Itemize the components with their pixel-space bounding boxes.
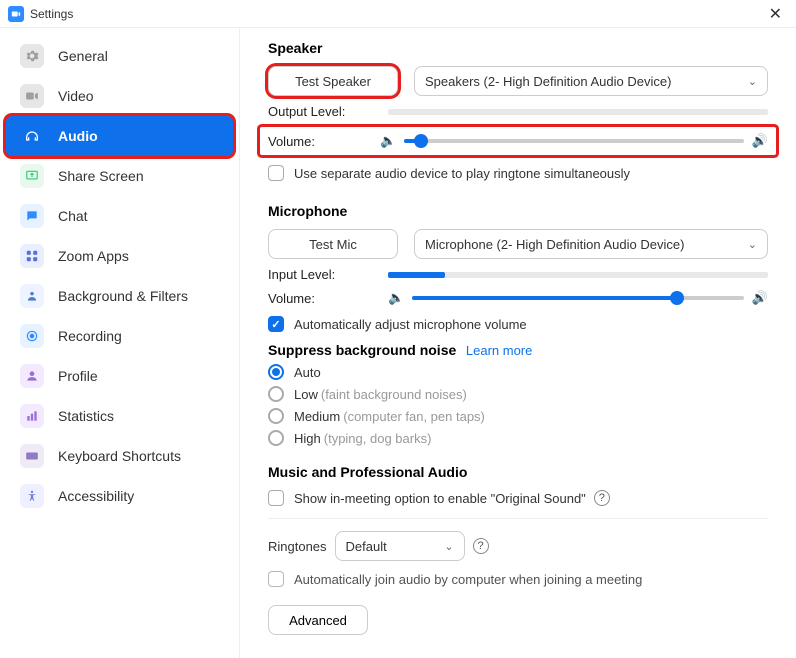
auto-adjust-label: Automatically adjust microphone volume xyxy=(294,317,527,332)
sidebar-item-profile[interactable]: Profile xyxy=(0,356,239,396)
profile-icon xyxy=(20,364,44,388)
keyboard-icon xyxy=(20,444,44,468)
suppress-option-hint: (typing, dog barks) xyxy=(324,431,432,446)
sidebar-item-background-filters[interactable]: Background & Filters xyxy=(0,276,239,316)
access-icon xyxy=(20,484,44,508)
suppress-option-hint: (faint background noises) xyxy=(321,387,467,402)
share-icon xyxy=(20,164,44,188)
auto-join-checkbox[interactable] xyxy=(268,571,284,587)
apps-icon xyxy=(20,244,44,268)
sidebar-item-label: Statistics xyxy=(58,408,114,424)
suppress-radio-high[interactable] xyxy=(268,430,284,446)
bg-icon xyxy=(20,284,44,308)
rec-icon xyxy=(20,324,44,348)
suppress-option-label: High xyxy=(294,431,321,446)
music-heading: Music and Professional Audio xyxy=(268,464,768,480)
ringtone-dropdown[interactable]: Default ⌄ xyxy=(335,531,465,561)
input-level-label: Input Level: xyxy=(268,267,388,282)
close-icon[interactable]: ✕ xyxy=(763,4,788,24)
suppress-heading: Suppress background noise xyxy=(268,342,456,358)
speaker-device-value: Speakers (2- High Definition Audio Devic… xyxy=(425,74,671,89)
mic-volume-slider[interactable] xyxy=(412,296,744,300)
learn-more-link[interactable]: Learn more xyxy=(466,343,532,358)
volume-high-icon: 🔊 xyxy=(752,133,768,149)
chevron-down-icon: ⌄ xyxy=(444,540,453,553)
sidebar-item-general[interactable]: General xyxy=(0,36,239,76)
separate-audio-label: Use separate audio device to play ringto… xyxy=(294,166,630,181)
speaker-volume-slider[interactable] xyxy=(404,139,744,143)
main-panel: Speaker Test Speaker Speakers (2- High D… xyxy=(240,28,796,658)
gear-icon xyxy=(20,44,44,68)
stats-icon xyxy=(20,404,44,428)
sidebar-item-accessibility[interactable]: Accessibility xyxy=(0,476,239,516)
help-icon[interactable]: ? xyxy=(473,538,489,554)
microphone-heading: Microphone xyxy=(268,203,768,219)
volume-high-icon: 🔊 xyxy=(752,290,768,306)
ringtones-label: Ringtones xyxy=(268,539,327,554)
original-sound-label: Show in-meeting option to enable "Origin… xyxy=(294,491,586,506)
speaker-volume-label: Volume: xyxy=(268,134,380,149)
output-level-label: Output Level: xyxy=(268,104,388,119)
sidebar-item-audio[interactable]: Audio xyxy=(6,116,233,156)
titlebar: Settings ✕ xyxy=(0,0,796,28)
zoom-app-icon xyxy=(8,6,24,22)
sidebar-item-label: Keyboard Shortcuts xyxy=(58,448,181,464)
sidebar-item-label: General xyxy=(58,48,108,64)
audio-icon xyxy=(20,124,44,148)
sidebar-item-label: Audio xyxy=(58,128,98,144)
separate-audio-checkbox[interactable] xyxy=(268,165,284,181)
sidebar-item-statistics[interactable]: Statistics xyxy=(0,396,239,436)
sidebar-item-video[interactable]: Video xyxy=(0,76,239,116)
sidebar-item-zoom-apps[interactable]: Zoom Apps xyxy=(0,236,239,276)
suppress-radio-low[interactable] xyxy=(268,386,284,402)
window-title: Settings xyxy=(30,7,73,21)
advanced-button[interactable]: Advanced xyxy=(268,605,368,635)
chevron-down-icon: ⌄ xyxy=(748,238,757,251)
sidebar-item-label: Share Screen xyxy=(58,168,144,184)
chevron-down-icon: ⌄ xyxy=(748,75,757,88)
suppress-radio-auto[interactable] xyxy=(268,364,284,380)
mic-volume-label: Volume: xyxy=(268,291,388,306)
video-icon xyxy=(20,84,44,108)
sidebar-item-label: Video xyxy=(58,88,94,104)
volume-low-icon: 🔈 xyxy=(388,290,404,306)
suppress-option-hint: (computer fan, pen taps) xyxy=(343,409,485,424)
chat-icon xyxy=(20,204,44,228)
sidebar-item-label: Recording xyxy=(58,328,122,344)
output-level-meter xyxy=(388,109,768,115)
suppress-option-label: Auto xyxy=(294,365,321,380)
test-mic-button[interactable]: Test Mic xyxy=(268,229,398,259)
auto-adjust-checkbox[interactable] xyxy=(268,316,284,332)
ringtone-value: Default xyxy=(346,539,387,554)
mic-device-dropdown[interactable]: Microphone (2- High Definition Audio Dev… xyxy=(414,229,768,259)
sidebar-item-label: Background & Filters xyxy=(58,288,188,304)
sidebar-item-label: Accessibility xyxy=(58,488,134,504)
auto-join-label: Automatically join audio by computer whe… xyxy=(294,572,642,587)
original-sound-checkbox[interactable] xyxy=(268,490,284,506)
volume-low-icon: 🔈 xyxy=(380,133,396,149)
sidebar-item-recording[interactable]: Recording xyxy=(0,316,239,356)
sidebar: General Video Audio Share Screen Chat Zoom Ap… xyxy=(0,28,240,658)
sidebar-item-keyboard-shortcuts[interactable]: Keyboard Shortcuts xyxy=(0,436,239,476)
suppress-option-label: Medium xyxy=(294,409,340,424)
sidebar-item-label: Profile xyxy=(58,368,98,384)
suppress-option-label: Low xyxy=(294,387,318,402)
sidebar-item-share-screen[interactable]: Share Screen xyxy=(0,156,239,196)
test-speaker-button[interactable]: Test Speaker xyxy=(268,66,398,96)
sidebar-item-label: Chat xyxy=(58,208,88,224)
speaker-heading: Speaker xyxy=(268,40,768,56)
mic-device-value: Microphone (2- High Definition Audio Dev… xyxy=(425,237,684,252)
speaker-device-dropdown[interactable]: Speakers (2- High Definition Audio Devic… xyxy=(414,66,768,96)
suppress-radio-medium[interactable] xyxy=(268,408,284,424)
divider xyxy=(268,518,768,519)
help-icon[interactable]: ? xyxy=(594,490,610,506)
input-level-meter xyxy=(388,272,768,278)
sidebar-item-chat[interactable]: Chat xyxy=(0,196,239,236)
sidebar-item-label: Zoom Apps xyxy=(58,248,129,264)
